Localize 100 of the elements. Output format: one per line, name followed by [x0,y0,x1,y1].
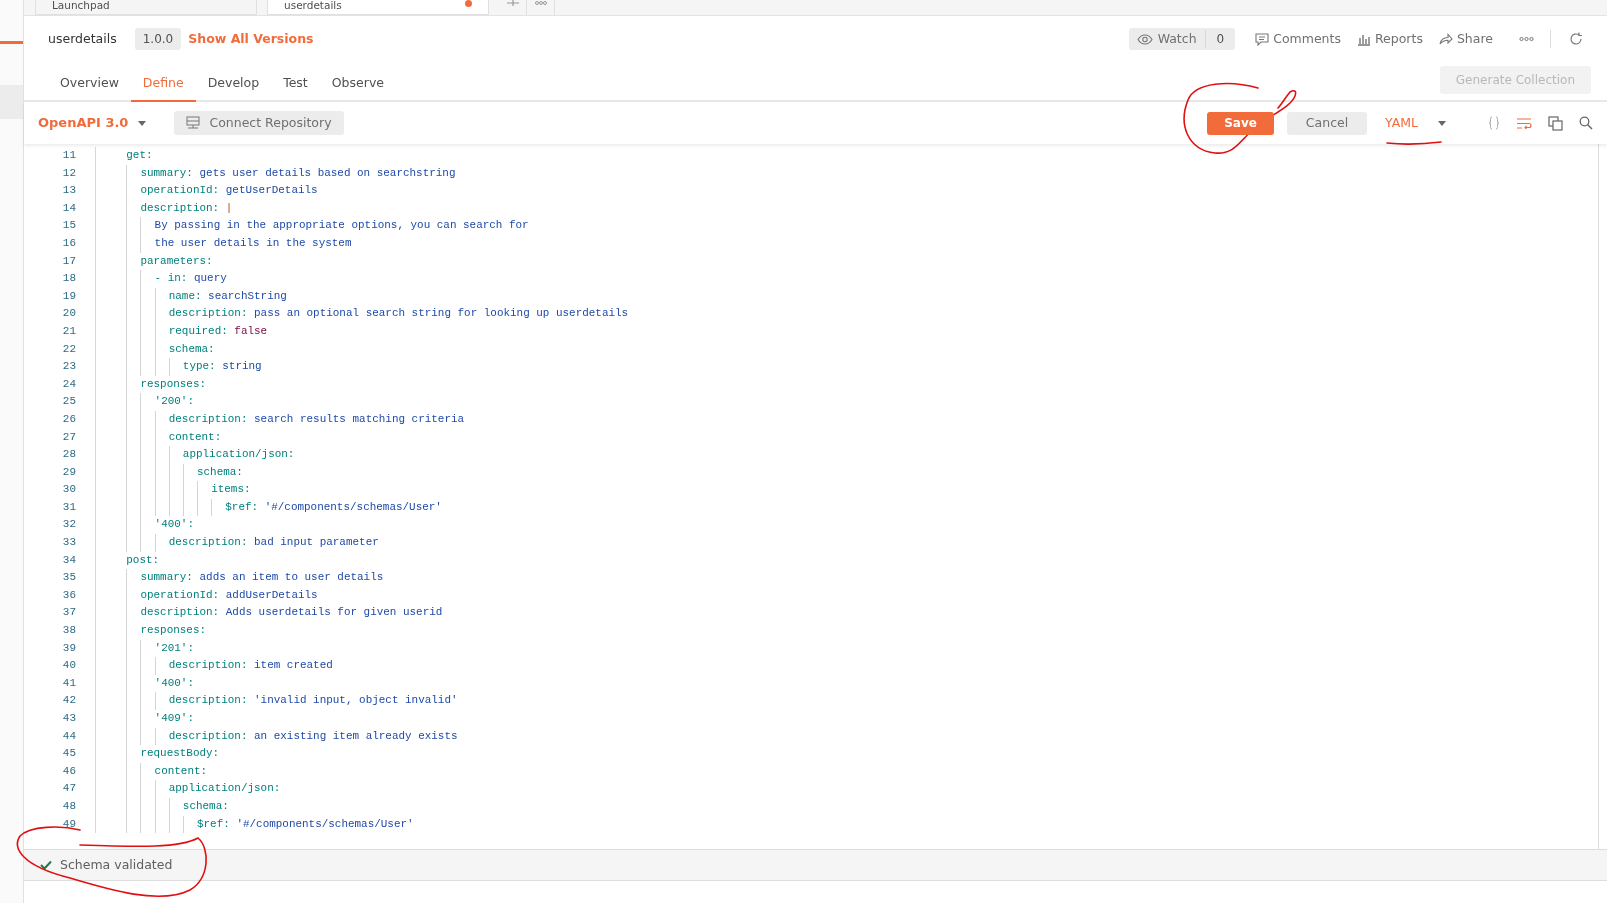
line-number: 33 [61,535,76,551]
line-number: 42 [61,693,76,709]
code-line: the user details in the system [96,234,352,253]
line-number: 12 [61,165,76,181]
line-number: 27 [61,429,76,445]
api-name: userdetails [48,29,117,48]
language-dropdown[interactable]: YAML [1381,113,1450,133]
code-line: content: [96,428,222,447]
line-number: 43 [61,711,76,726]
code-line: responses: [96,622,207,640]
code-line: schema: [96,797,229,816]
line-number: 29 [61,464,76,480]
line-number: 38 [61,623,76,639]
more-icon[interactable] [1519,36,1534,42]
code-line: - in: query [96,270,227,288]
nav-tab[interactable]: Develop [195,74,272,102]
line-number: 11 [61,148,76,163]
code-line: '400': [96,516,194,535]
connect-repository-button[interactable]: Connect Repository [174,110,344,136]
annotation-underline [1386,141,1442,145]
line-number: 20 [61,306,76,322]
reports-button[interactable]: Reports [1348,29,1431,49]
versions-link[interactable]: Show All Versions [188,29,314,49]
spec-format-dropdown[interactable]: OpenAPI 3.0 [38,113,147,133]
plus-icon[interactable] [506,0,519,6]
tab-label: Launchpad [52,0,110,11]
caret-icon [1438,120,1446,126]
line-number: 19 [61,288,76,304]
code-line: get: [125,148,153,163]
code-line: operationId: getUserDetails [96,182,318,200]
code-line: name: searchString [96,287,287,306]
line-number: 21 [61,323,76,339]
line-number: 26 [61,411,76,427]
line-number: 37 [61,605,76,621]
cancel-button[interactable]: Cancel [1287,111,1368,135]
server-icon [186,116,201,130]
share-arrow-icon [1438,33,1453,45]
code-line: schema: [96,340,215,359]
line-number: 46 [61,763,76,779]
code-line: description: search results matching criteria [96,410,465,429]
nav-tab[interactable]: Overview [48,74,131,102]
line-number: 39 [61,640,76,656]
version-label: 1.0.0 [134,28,182,50]
code-line: '409': [96,710,194,728]
line-number: 45 [61,746,76,762]
search-icon[interactable] [1579,116,1593,130]
active-indicator [0,41,23,44]
line-number: 23 [61,359,76,375]
code-line: required: false [96,322,268,341]
document-tab[interactable]: Launchpad [35,0,257,15]
word-wrap-icon[interactable] [1516,116,1532,130]
code-line: type: string [96,358,262,376]
line-number: 28 [61,447,76,463]
code-line: description: pass an optional search string for looking up userdetails [96,305,629,323]
code-line: '201': [96,639,194,658]
code-line: application/json: [96,446,295,464]
copy-icon[interactable] [1548,115,1563,131]
code-line: summary: gets user details based on searchstring [96,164,456,183]
line-number: 30 [61,482,76,498]
code-line: $ref: '#/components/schemas/User' [96,498,442,517]
share-button[interactable]: Share [1430,29,1501,49]
document-tab[interactable]: userdetails [267,0,489,15]
code-line: description: | [96,199,233,218]
unsaved-dot-icon [465,0,472,7]
code-line: '400': [96,674,194,693]
tab-label: userdetails [284,0,342,11]
watch-count: 0 [1204,30,1236,48]
code-line: By passing in the appropriate options, you can search for [96,217,529,235]
more-icon[interactable] [534,0,547,6]
line-number: 40 [61,658,76,674]
line-number: 15 [61,218,76,234]
line-number: 17 [61,253,76,269]
bar-chart-icon [1356,32,1371,46]
comments-button[interactable]: Comments [1247,29,1349,49]
code-line: description: 'invalid input, object invalid' [96,692,458,710]
code-line: requestBody: [96,745,220,763]
code-line: post: [125,552,160,568]
code-line: schema: [96,463,243,482]
watch-button[interactable]: Watch [1128,28,1205,50]
line-number: 35 [61,570,76,586]
braces-icon[interactable] [1488,116,1500,130]
code-line: responses: [96,375,207,394]
code-line: description: bad input parameter [96,534,379,552]
line-number: 16 [61,235,76,251]
code-line: summary: adds an item to user details [96,569,384,587]
code-line: '200': [96,393,194,411]
line-number: 13 [61,183,76,199]
refresh-icon[interactable] [1569,32,1583,46]
nav-tab[interactable]: Test [271,74,320,102]
line-number: 36 [61,587,76,603]
line-number: 49 [61,816,76,832]
save-button[interactable]: Save [1207,111,1275,135]
nav-tab[interactable]: Observe [319,74,396,102]
code-line: parameters: [96,252,213,271]
code-line: content: [96,762,208,781]
nav-tab[interactable]: Define [130,74,196,102]
line-number: 48 [61,798,76,814]
line-number: 22 [61,341,76,357]
line-number: 32 [61,517,76,533]
code-line: operationId: addUserDetails [96,586,318,605]
